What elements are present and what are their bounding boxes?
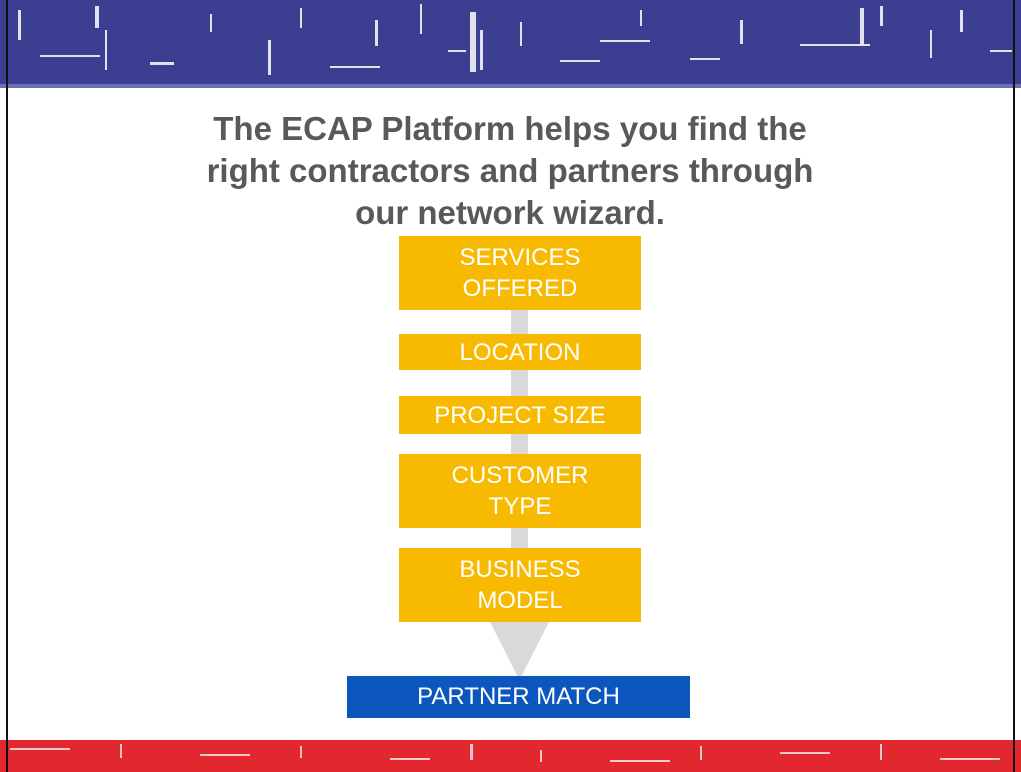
slide: The ECAP Platform helps you find the rig… bbox=[0, 0, 1021, 772]
slide-frame-left bbox=[6, 0, 8, 772]
partner-match-result: PARTNER MATCH bbox=[347, 676, 690, 718]
step-customer-type: CUSTOMER TYPE bbox=[399, 454, 641, 528]
slide-title: The ECAP Platform helps you find the rig… bbox=[160, 108, 860, 234]
step-services-offered: SERVICES OFFERED bbox=[399, 236, 641, 310]
bottom-banner bbox=[0, 740, 1021, 772]
title-line: The ECAP Platform helps you find the bbox=[213, 110, 807, 147]
step-location: LOCATION bbox=[399, 334, 641, 370]
title-line: our network wizard. bbox=[355, 194, 665, 231]
step-label: MODEL bbox=[477, 587, 563, 614]
step-label: SERVICES bbox=[459, 244, 581, 271]
step-project-size: PROJECT SIZE bbox=[399, 396, 641, 434]
step-business-model: BUSINESS MODEL bbox=[399, 548, 641, 622]
step-label: TYPE bbox=[488, 493, 552, 520]
step-label: LOCATION bbox=[459, 338, 581, 366]
slide-frame-right bbox=[1013, 0, 1015, 772]
step-label: CUSTOMER bbox=[451, 462, 589, 489]
top-banner bbox=[0, 0, 1021, 88]
title-line: right contractors and partners through bbox=[206, 152, 814, 189]
step-label: BUSINESS bbox=[459, 556, 581, 583]
step-label: PROJECT SIZE bbox=[434, 401, 606, 429]
step-label: OFFERED bbox=[462, 275, 578, 302]
